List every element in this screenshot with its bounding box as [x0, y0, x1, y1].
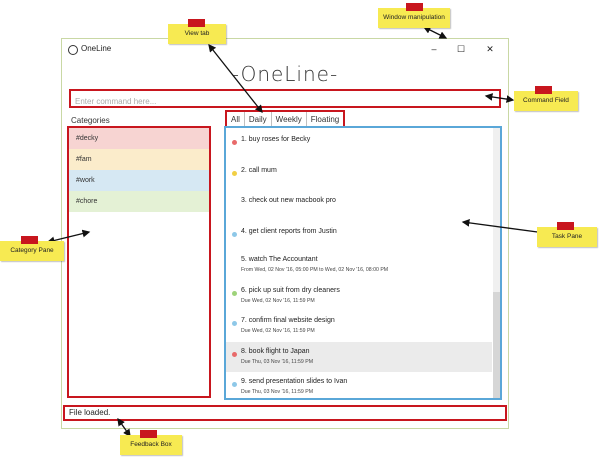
callout-view-tab: View tab: [168, 19, 226, 44]
callout-task-pane: Task Pane: [537, 222, 597, 247]
command-arrow: [484, 93, 515, 103]
callout-command-field: Command Field: [514, 86, 578, 111]
callout-feedback-box: Feedback Box: [120, 430, 182, 455]
feedback-arrow: [117, 417, 131, 438]
window-arrow: [422, 26, 448, 39]
callout-window-manipulation: Window manipulation: [378, 3, 450, 28]
view-tab-arrow: [208, 43, 263, 114]
annotation-arrows: [46, 26, 547, 438]
callout-category-pane: Category Pane: [0, 236, 64, 261]
task-arrow: [461, 218, 547, 237]
